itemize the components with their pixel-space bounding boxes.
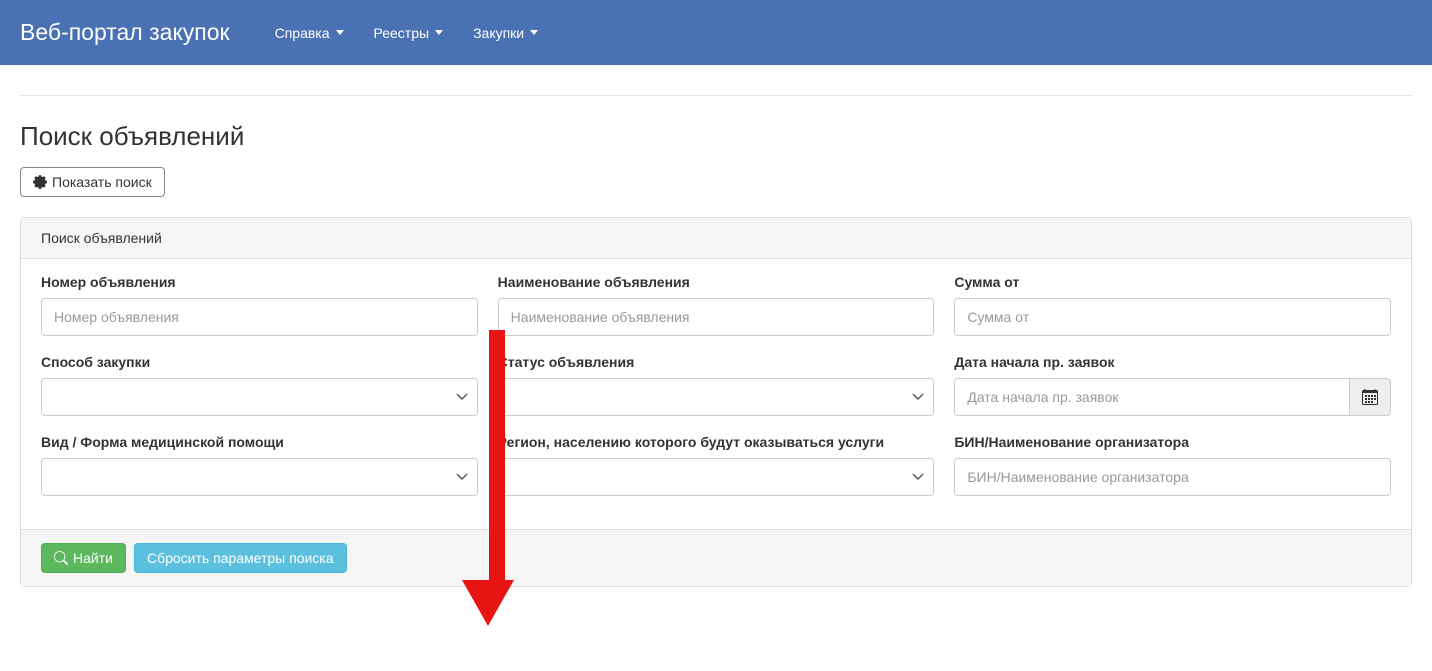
caret-down-icon (336, 30, 344, 35)
show-search-label: Показать поиск (52, 174, 152, 190)
label-ad-status: Статус объявления (498, 354, 935, 370)
nav-item-label: Закупки (473, 25, 524, 41)
label-ad-number: Номер объявления (41, 274, 478, 290)
reset-label: Сбросить параметры поиска (147, 550, 334, 566)
field-region: Регион, населению которого будут оказыва… (498, 434, 935, 496)
field-ad-status: Статус объявления (498, 354, 935, 416)
field-ad-name: Наименование объявления (498, 274, 935, 336)
label-start-date: Дата начала пр. заявок (954, 354, 1391, 370)
panel-body: Номер объявления Наименование объявления… (21, 259, 1411, 529)
field-purchase-method: Способ закупки (41, 354, 478, 416)
search-panel: Поиск объявлений Номер объявления Наимен… (20, 217, 1412, 587)
select-purchase-method[interactable] (41, 378, 478, 416)
separator (20, 95, 1412, 96)
label-region: Регион, населению которого будут оказыва… (498, 434, 935, 450)
input-sum-from[interactable] (954, 298, 1391, 336)
nav-item-reestry[interactable]: Реестры (359, 15, 459, 51)
nav-item-label: Реестры (374, 25, 430, 41)
input-start-date[interactable] (954, 378, 1349, 416)
field-med-form: Вид / Форма медицинской помощи (41, 434, 478, 496)
caret-down-icon (435, 30, 443, 35)
select-ad-status[interactable] (498, 378, 935, 416)
label-med-form: Вид / Форма медицинской помощи (41, 434, 478, 450)
input-ad-number[interactable] (41, 298, 478, 336)
nav-item-label: Справка (275, 25, 330, 41)
gear-icon (33, 175, 47, 189)
panel-footer: Найти Сбросить параметры поиска (21, 529, 1411, 586)
main-container: Поиск объявлений Показать поиск Поиск об… (0, 65, 1432, 607)
nav-item-spravka[interactable]: Справка (260, 15, 359, 51)
field-ad-number: Номер объявления (41, 274, 478, 336)
navbar-brand[interactable]: Веб-портал закупок (20, 19, 230, 46)
form-row-1: Номер объявления Наименование объявления… (41, 274, 1391, 336)
form-row-2: Способ закупки Статус объявления (41, 354, 1391, 416)
input-ad-name[interactable] (498, 298, 935, 336)
field-sum-from: Сумма от (954, 274, 1391, 336)
select-med-form[interactable] (41, 458, 478, 496)
label-bin-org: БИН/Наименование организатора (954, 434, 1391, 450)
find-button[interactable]: Найти (41, 543, 126, 573)
show-search-button[interactable]: Показать поиск (20, 167, 165, 197)
field-start-date: Дата начала пр. заявок (954, 354, 1391, 416)
label-purchase-method: Способ закупки (41, 354, 478, 370)
find-label: Найти (73, 550, 113, 566)
label-sum-from: Сумма от (954, 274, 1391, 290)
input-bin-org[interactable] (954, 458, 1391, 496)
reset-button[interactable]: Сбросить параметры поиска (134, 543, 347, 573)
calendar-button[interactable] (1350, 378, 1391, 416)
field-bin-org: БИН/Наименование организатора (954, 434, 1391, 496)
navbar: Веб-портал закупок Справка Реестры Закуп… (0, 0, 1432, 65)
nav-item-zakupki[interactable]: Закупки (458, 15, 553, 51)
search-icon (54, 551, 68, 565)
select-region[interactable] (498, 458, 935, 496)
caret-down-icon (530, 30, 538, 35)
form-row-3: Вид / Форма медицинской помощи Регион, н… (41, 434, 1391, 496)
calendar-icon (1362, 389, 1378, 405)
panel-heading: Поиск объявлений (21, 218, 1411, 259)
label-ad-name: Наименование объявления (498, 274, 935, 290)
page-title: Поиск объявлений (20, 121, 1412, 152)
